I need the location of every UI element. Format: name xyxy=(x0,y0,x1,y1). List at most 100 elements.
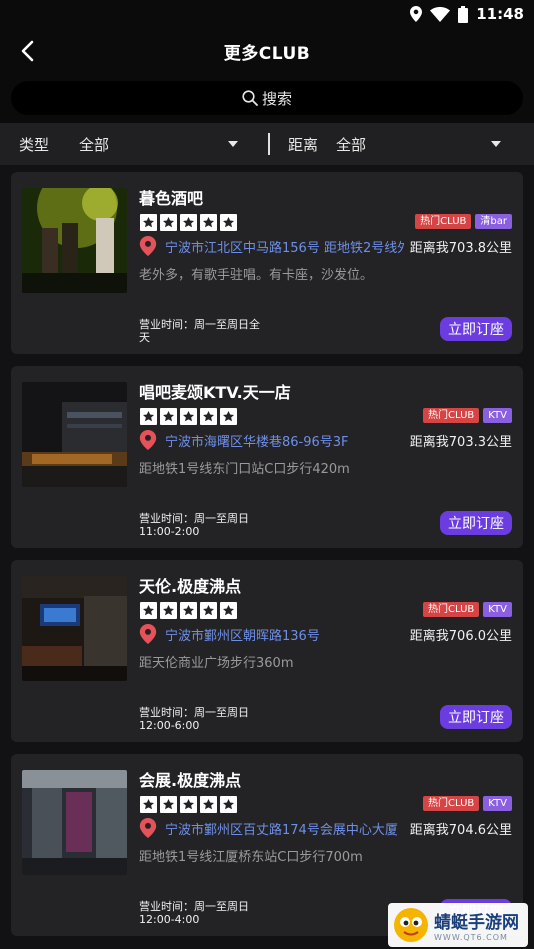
filter-bar: 类型 全部 距离 全部 xyxy=(0,123,534,165)
location-pin-icon xyxy=(139,818,157,838)
hot-club-tag: 热门CLUB xyxy=(423,408,480,423)
watermark-name: 蜻蜓手游网 xyxy=(434,913,519,933)
distance-filter-value: 全部 xyxy=(336,135,367,154)
location-pin-icon xyxy=(139,430,157,450)
dragonfly-mascot-icon xyxy=(394,908,428,942)
star-icon xyxy=(200,796,217,813)
star-icon xyxy=(220,408,237,425)
venue-type-tag: KTV xyxy=(483,602,512,617)
venue-address[interactable]: 宁波市江北区中马路156号 距地铁2号线外 xyxy=(165,237,404,256)
business-hours-time: 12:00-6:00 xyxy=(139,719,200,732)
venue-tags: 热门CLUB 清bar xyxy=(415,214,512,229)
star-rating xyxy=(140,602,237,619)
venue-description: 距地铁1号线东门口站C口步行420m xyxy=(139,462,350,477)
star-icon xyxy=(220,602,237,619)
business-hours: 营业时间：周一至周日全 天 xyxy=(139,318,279,344)
star-icon xyxy=(160,602,177,619)
venue-card[interactable]: 唱吧麦颂KTV.天一店 热门CLUB KTV 宁波市海曙区华楼巷86-96号3F… xyxy=(11,366,523,548)
venue-photo xyxy=(22,770,127,875)
hot-club-tag: 热门CLUB xyxy=(415,214,472,229)
back-button[interactable] xyxy=(12,36,42,66)
business-hours: 营业时间：周一至周日 11:00-2:00 xyxy=(139,512,279,538)
book-now-button[interactable]: 立即订座 xyxy=(440,511,512,535)
star-icon xyxy=(180,214,197,231)
address-row: 宁波市江北区中马路156号 距地铁2号线外 距离我703.8公里 xyxy=(139,236,512,256)
type-filter-dropdown[interactable]: 全部 xyxy=(60,134,238,155)
venue-name: 暮色酒吧 xyxy=(139,189,204,208)
venue-type-tag: 清bar xyxy=(475,214,512,229)
venue-distance: 距离我703.3公里 xyxy=(409,434,512,450)
venue-address[interactable]: 宁波市鄞州区百丈路174号会展中心大厦 xyxy=(165,819,404,838)
star-icon xyxy=(160,214,177,231)
venue-card[interactable]: 暮色酒吧 热门CLUB 清bar 宁波市江北区中马路156号 距地铁2号线外 距… xyxy=(11,172,523,354)
battery-icon xyxy=(458,5,469,23)
star-rating xyxy=(140,214,237,231)
star-icon xyxy=(220,796,237,813)
venue-type-tag: KTV xyxy=(483,796,512,811)
back-arrow-icon xyxy=(21,40,34,62)
venue-description: 距地铁1号线江厦桥东站C口步行700m xyxy=(139,850,363,865)
star-icon xyxy=(180,602,197,619)
business-hours-line: 营业时间：周一至周日 xyxy=(139,512,249,525)
star-rating xyxy=(140,408,237,425)
star-icon xyxy=(160,796,177,813)
book-now-button[interactable]: 立即订座 xyxy=(440,317,512,341)
venue-distance: 距离我703.8公里 xyxy=(409,240,512,256)
star-icon xyxy=(180,408,197,425)
search-label: 搜索 xyxy=(261,89,292,108)
star-icon xyxy=(200,214,217,231)
business-hours: 营业时间：周一至周日 12:00-6:00 xyxy=(139,706,279,732)
venue-tags: 热门CLUB KTV xyxy=(423,408,512,423)
venue-tags: 热门CLUB KTV xyxy=(423,796,512,811)
venue-description: 老外多，有歌手驻唱。有卡座，沙发位。 xyxy=(139,268,374,283)
venue-address[interactable]: 宁波市鄞州区朝晖路136号 xyxy=(165,625,404,644)
watermark-logo: 蜻蜓手游网 WWW.QT6.COM xyxy=(388,903,528,947)
venue-address[interactable]: 宁波市海曙区华楼巷86-96号3F xyxy=(165,431,404,450)
address-row: 宁波市鄞州区朝晖路136号 距离我706.0公里 xyxy=(139,624,512,644)
business-hours-time: 11:00-2:00 xyxy=(139,525,200,538)
venue-distance: 距离我706.0公里 xyxy=(409,628,512,644)
address-row: 宁波市鄞州区百丈路174号会展中心大厦 距离我704.6公里 xyxy=(139,818,512,838)
venue-type-tag: KTV xyxy=(483,408,512,423)
star-icon xyxy=(180,796,197,813)
location-pin-icon xyxy=(139,624,157,644)
venue-card[interactable]: 天伦.极度沸点 热门CLUB KTV 宁波市鄞州区朝晖路136号 距离我706.… xyxy=(11,560,523,742)
status-bar: 11:48 xyxy=(0,0,534,28)
business-hours: 营业时间：周一至周日 12:00-4:00 xyxy=(139,900,279,926)
distance-dropdown-caret-icon xyxy=(491,141,501,147)
star-icon xyxy=(140,408,157,425)
status-time: 11:48 xyxy=(476,5,524,23)
business-hours-time: 12:00-4:00 xyxy=(139,913,200,926)
star-icon xyxy=(160,408,177,425)
wifi-icon xyxy=(430,6,451,22)
venue-name: 唱吧麦颂KTV.天一店 xyxy=(139,383,291,402)
distance-filter-label: 距离 xyxy=(288,135,319,154)
star-icon xyxy=(140,214,157,231)
star-icon xyxy=(200,408,217,425)
hot-club-tag: 热门CLUB xyxy=(423,796,480,811)
venue-distance: 距离我704.6公里 xyxy=(409,822,512,838)
business-hours-line: 营业时间：周一至周日 xyxy=(139,900,249,913)
book-now-button[interactable]: 立即订座 xyxy=(440,705,512,729)
hot-club-tag: 热门CLUB xyxy=(423,602,480,617)
venue-photo xyxy=(22,382,127,487)
venue-name: 天伦.极度沸点 xyxy=(139,577,242,596)
type-filter-label: 类型 xyxy=(19,135,50,154)
search-bar[interactable]: 搜索 xyxy=(11,81,523,115)
star-rating xyxy=(140,796,237,813)
venue-photo xyxy=(22,576,127,681)
filter-divider xyxy=(268,133,270,155)
venue-list: 暮色酒吧 热门CLUB 清bar 宁波市江北区中马路156号 距地铁2号线外 距… xyxy=(0,165,534,936)
watermark-url: WWW.QT6.COM xyxy=(434,933,508,942)
title-bar: 更多CLUB xyxy=(0,28,534,74)
location-icon xyxy=(410,6,423,22)
business-hours-time: 天 xyxy=(139,331,150,344)
star-icon xyxy=(140,602,157,619)
distance-filter: 距离 全部 xyxy=(278,123,501,165)
type-filter: 类型 全部 xyxy=(0,123,238,165)
venue-tags: 热门CLUB KTV xyxy=(423,602,512,617)
venue-description: 距天伦商业广场步行360m xyxy=(139,656,294,671)
search-container: 搜索 xyxy=(0,74,534,123)
type-dropdown-caret-icon xyxy=(228,141,238,147)
distance-filter-dropdown[interactable]: 全部 xyxy=(336,134,501,155)
